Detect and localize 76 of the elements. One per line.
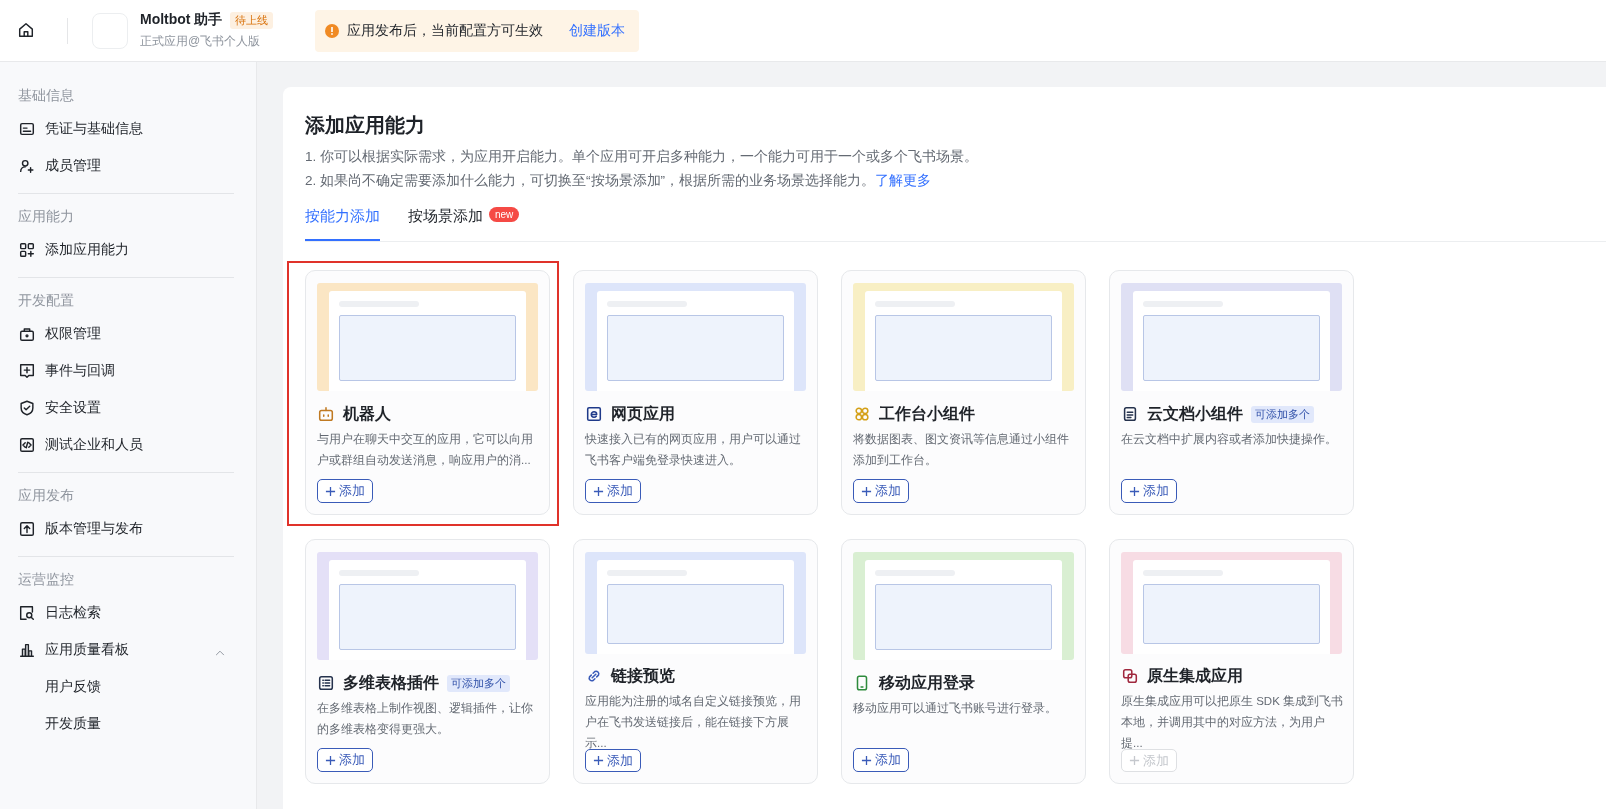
- card-description: 在多维表格上制作视图、逻辑插件，让你的多维表格变得更强大。: [317, 701, 534, 737]
- log-search-icon: [18, 603, 36, 622]
- card-title: 移动应用登录: [879, 672, 975, 693]
- list-icon: [317, 674, 335, 692]
- nav-item[interactable]: 测试企业和人员: [18, 426, 238, 463]
- notice-text: 应用发布后，当前配置方可生效: [347, 21, 544, 40]
- document-icon: [1121, 405, 1139, 423]
- multi-add-tag: 可添加多个: [447, 674, 510, 692]
- add-button[interactable]: 添加: [1121, 479, 1177, 503]
- section-label: 运营监控: [18, 571, 75, 589]
- add-button[interactable]: 添加: [853, 748, 909, 772]
- plus-icon: [593, 485, 604, 497]
- add-button[interactable]: 添加: [585, 749, 641, 772]
- shield-icon: [18, 398, 36, 417]
- nav-item[interactable]: 应用质量看板: [18, 631, 238, 668]
- plus-icon: [1129, 755, 1140, 767]
- linked-squares-icon: [1121, 667, 1139, 685]
- add-button[interactable]: 添加: [317, 479, 373, 503]
- card-description: 快速接入已有的网页应用，用户可以通过飞书客户端免登录快速进入。: [585, 432, 802, 468]
- app-subtitle: 正式应用@飞书个人版: [140, 33, 262, 50]
- card-title: 原生集成应用: [1147, 665, 1243, 686]
- description-line: 2. 如果尚不确定需要添加什么能力，可切换至“按场景添加”，根据所需的业务场景选择能力。了解更多: [305, 172, 932, 190]
- card-title: 链接预览: [611, 665, 675, 686]
- nav-item[interactable]: 成员管理: [18, 147, 238, 184]
- plus-icon: [861, 485, 872, 497]
- plus-icon: [1129, 485, 1140, 497]
- card-description: 移动应用可以通过飞书账号进行登录。: [853, 701, 1058, 716]
- plus-icon: [861, 754, 872, 766]
- card-description: 在云文档中扩展内容或者添加快捷操作。: [1121, 432, 1338, 447]
- nav-item[interactable]: 安全设置: [18, 389, 238, 426]
- event-icon: [18, 361, 36, 380]
- card-title: 云文档小组件: [1147, 403, 1243, 424]
- section-label: 基础信息: [18, 87, 75, 105]
- status-badge: 待上线: [230, 11, 274, 29]
- multi-add-tag: 可添加多个: [1251, 405, 1314, 423]
- four-petal-icon: [853, 405, 871, 423]
- card-title: 工作台小组件: [879, 403, 975, 424]
- app-name: Moltbot 助手: [140, 11, 223, 29]
- web-icon: [585, 405, 603, 423]
- card-description: 应用能为注册的域名自定义链接预览，用户在飞书发送链接后，能在链接下方展示...: [585, 693, 802, 750]
- new-badge: new: [489, 207, 520, 222]
- plus-icon: [325, 485, 336, 497]
- card-description: 原生集成应用可以把原生 SDK 集成到飞书本地，并调用其中的对应方法，为用户提...: [1121, 693, 1344, 750]
- nav-subitem[interactable]: 开发质量: [18, 705, 238, 742]
- description-line: 1. 你可以根据实际需求，为应用开启能力。单个应用可开启多种能力，一个能力可用于一个或多个飞书场景。: [305, 148, 979, 166]
- tab[interactable]: 按场景添加 new: [408, 207, 520, 241]
- card-title: 机器人: [343, 403, 391, 424]
- plus-icon: [325, 754, 336, 766]
- tab[interactable]: 按能力添加: [305, 207, 380, 241]
- grid-plus-icon: [18, 240, 36, 259]
- robot-icon: [317, 405, 335, 423]
- learn-more-link[interactable]: 了解更多: [875, 173, 931, 188]
- nav-item[interactable]: 添加应用能力: [18, 231, 238, 268]
- add-button[interactable]: 添加: [585, 479, 641, 503]
- code-icon: [18, 435, 36, 454]
- nav-item[interactable]: 权限管理: [18, 315, 238, 352]
- section-label: 应用能力: [18, 208, 75, 226]
- card-description: 将数据图表、图文资讯等信息通过小组件添加到工作台。: [853, 432, 1070, 468]
- section-label: 开发配置: [18, 292, 75, 310]
- card-title: 多维表格插件: [343, 672, 439, 693]
- page-title: 添加应用能力: [305, 113, 426, 138]
- section-label: 应用发布: [18, 487, 75, 505]
- nav-subitem[interactable]: 用户反馈: [18, 668, 238, 705]
- card-title: 网页应用: [611, 403, 675, 424]
- create-version-link[interactable]: 创建版本: [569, 21, 626, 40]
- upload-icon: [18, 519, 36, 538]
- add-button[interactable]: 添加: [317, 748, 373, 772]
- nav-item[interactable]: 凭证与基础信息: [18, 110, 238, 147]
- plus-icon: [593, 755, 604, 767]
- nav-item[interactable]: 日志检索: [18, 594, 238, 631]
- nav-item[interactable]: 事件与回调: [18, 352, 238, 389]
- link-icon: [585, 667, 603, 685]
- add-button[interactable]: 添加: [853, 479, 909, 503]
- warning-icon: [325, 23, 340, 38]
- nav-item[interactable]: 版本管理与发布: [18, 510, 238, 547]
- card-description: 与用户在聊天中交互的应用，它可以向用户或群组自动发送消息，响应用户的消...: [317, 432, 534, 468]
